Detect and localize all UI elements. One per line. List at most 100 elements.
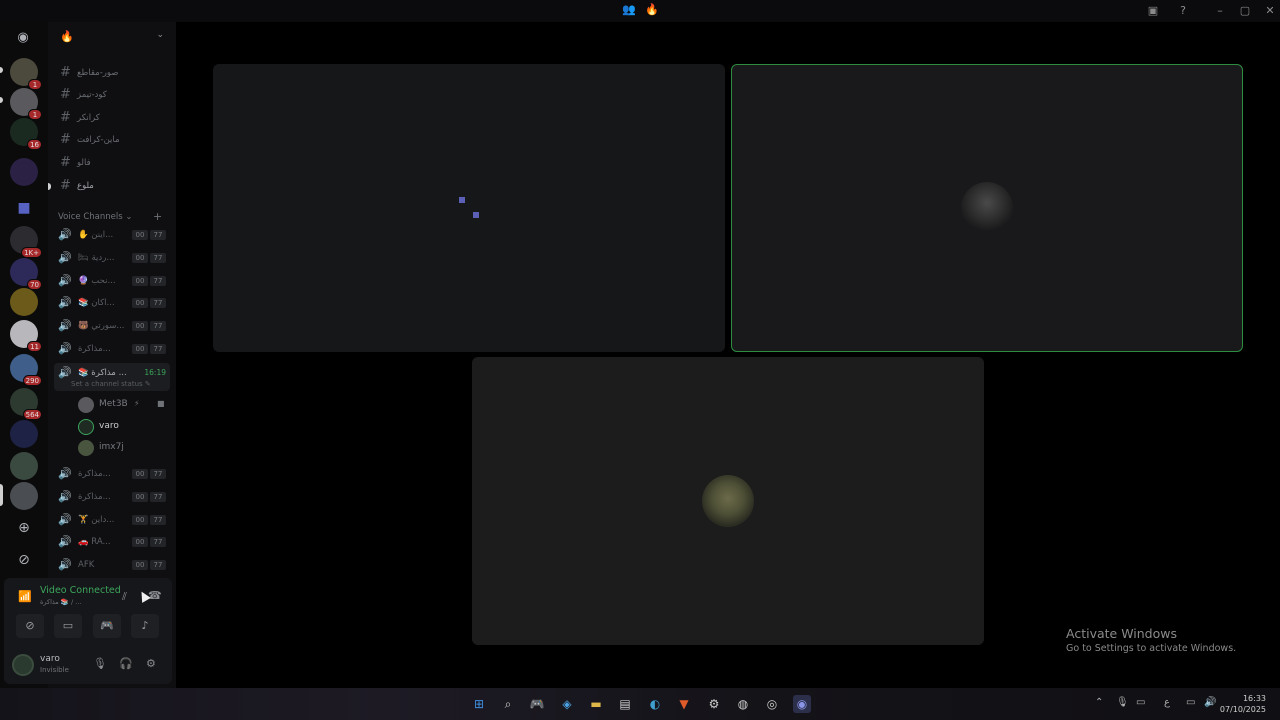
soundboard-button[interactable]: ♪ <box>131 614 159 638</box>
server-icon[interactable]: 1K+ <box>10 226 42 258</box>
display-icon[interactable]: ▭ <box>1136 697 1145 708</box>
noise-suppression-icon[interactable]: ⫽ <box>122 590 127 604</box>
voice-channel[interactable]: 🔊 📚 اكان... 00 77 <box>54 293 170 313</box>
voice-channel[interactable]: 🔊 🔮 نحب... 00 77 <box>54 271 170 291</box>
gamepad-icon[interactable]: 🎮 <box>528 695 546 713</box>
screen-share-icon[interactable]: ▣ <box>1140 2 1166 20</box>
selected-pill <box>0 484 3 506</box>
voice-category[interactable]: Voice Channels ⌄ <box>58 212 132 222</box>
text-channel[interactable]: # صور-مقاطع <box>56 63 168 83</box>
clock[interactable]: 16:33 07/10/2025 <box>1220 693 1266 715</box>
text-channel[interactable]: # ماين-كرافت <box>56 130 168 150</box>
notification-badge: 1K+ <box>21 247 42 258</box>
microphone-icon[interactable]: 🎙 <box>93 657 107 670</box>
user-limit: 77 <box>150 344 166 354</box>
voice-channel[interactable]: 🔊 🏋 داين... 00 77 <box>54 510 170 530</box>
maximize-icon[interactable]: ▢ <box>1232 2 1258 20</box>
active-voice-channel[interactable]: 🔊 📚 مذاكرة ... 16:19 Set a channel statu… <box>54 363 170 391</box>
voice-channel[interactable]: 🔊 🐻 سورتي... 00 77 <box>54 316 170 336</box>
participant-tile-speaking[interactable] <box>731 64 1243 352</box>
microphone-icon[interactable]: 🎙 <box>1116 697 1129 708</box>
server-icon[interactable] <box>10 452 38 480</box>
store-icon[interactable]: ▤ <box>616 695 634 713</box>
copilot-icon[interactable]: ◈ <box>558 695 576 713</box>
server-icon[interactable]: 70 <box>10 258 42 290</box>
hash-icon: # <box>60 132 71 147</box>
steam-icon[interactable]: ◍ <box>734 695 752 713</box>
channel-label: ماين-كرافت <box>77 135 120 145</box>
add-channel-icon[interactable]: + <box>153 210 162 223</box>
voice-member[interactable]: Met3B ⚡ ■ <box>78 395 168 415</box>
voice-channel[interactable]: 🔊 AFK 00 77 <box>54 555 170 575</box>
voice-channel[interactable]: 🔊 مذاكرة... 00 77 <box>54 464 170 484</box>
help-icon[interactable]: ? <box>1170 2 1196 20</box>
voice-channel[interactable]: 🔊 مذاكرة... 00 77 <box>54 339 170 359</box>
unread-pill <box>48 183 51 190</box>
video-tile-loading[interactable] <box>213 64 725 352</box>
connected-channel[interactable]: مذاكرة 📚 / ... <box>40 598 81 606</box>
headphones-icon[interactable]: 🎧 <box>119 657 133 670</box>
voice-channel[interactable]: 🔊 ✋ اينن... 00 77 <box>54 225 170 245</box>
participant-tile[interactable] <box>472 357 984 645</box>
minimize-icon[interactable]: – <box>1207 2 1233 20</box>
voice-member[interactable]: imx7j <box>78 438 168 458</box>
camera-off-button[interactable]: ⊘ <box>16 614 44 638</box>
activities-button[interactable]: 🎮 <box>93 614 121 638</box>
server-icon[interactable]: 1 <box>10 58 42 90</box>
settings-icon[interactable]: ⚙ <box>705 695 723 713</box>
search-icon[interactable]: ⌕ <box>499 695 517 713</box>
channel-label: 🏋 داين... <box>78 515 115 525</box>
folder-icon[interactable]: ▬ <box>587 695 605 713</box>
speaker-icon: 🔊 <box>58 366 72 379</box>
channel-label: 📚 مذاكرة ... <box>78 368 127 378</box>
folder-icon[interactable]: ■ <box>14 198 34 218</box>
edge-icon[interactable]: ◐ <box>646 695 664 713</box>
title-bar: 👥 🔥 ▣ ? – ▢ ✕ <box>0 0 1280 22</box>
user-count: 00 <box>132 560 148 570</box>
discord-home-icon[interactable]: ◉ <box>13 28 33 48</box>
chevron-up-icon[interactable]: ⌃ <box>1095 697 1103 708</box>
user-bar: varo Invisible 🎙 🎧 ⚙ <box>4 646 172 684</box>
text-channel[interactable]: # كود-تيمز <box>56 85 168 105</box>
server-icon[interactable]: 290 <box>10 354 42 386</box>
user-count: 00 <box>132 298 148 308</box>
discord-icon[interactable]: ◉ <box>793 695 811 713</box>
server-icon[interactable] <box>10 288 38 316</box>
close-icon[interactable]: ✕ <box>1257 2 1280 20</box>
server-icon[interactable] <box>10 158 38 186</box>
channel-label: ✋ اينن... <box>78 230 114 240</box>
channel-status-link[interactable]: Set a channel status ✎ <box>71 380 151 388</box>
add-server-icon[interactable]: ⊕ <box>14 518 34 538</box>
server-icon[interactable]: 1 <box>10 88 42 120</box>
voice-channel[interactable]: 🔊 🚗 RA... 00 77 <box>54 532 170 552</box>
voice-channel[interactable]: 🔊 مذاكرة... 00 77 <box>54 487 170 507</box>
start-icon[interactable]: ⊞ <box>470 695 488 713</box>
server-icon[interactable]: 564 <box>10 388 42 420</box>
speaker-icon: 🔊 <box>58 342 72 355</box>
hash-icon: # <box>60 155 71 170</box>
settings-gear-icon[interactable]: ⚙ <box>146 657 156 670</box>
signal-icon[interactable]: 📶 <box>18 590 32 603</box>
text-channel[interactable]: # فالو <box>56 153 168 173</box>
username: varo <box>40 654 60 664</box>
avatar[interactable] <box>12 654 34 676</box>
server-icon[interactable] <box>10 482 38 510</box>
explore-icon[interactable]: ⊘ <box>14 550 34 570</box>
language-indicator[interactable]: ع <box>1164 697 1170 708</box>
network-icon[interactable]: ▭ <box>1186 697 1195 708</box>
volume-icon[interactable]: 🔊 <box>1204 697 1216 708</box>
user-limit: 77 <box>150 469 166 479</box>
voice-member[interactable]: varo <box>78 417 168 437</box>
server-header[interactable]: 🔥 ⌄ <box>48 22 176 52</box>
brave-icon[interactable]: ▼ <box>675 695 693 713</box>
server-icon[interactable]: 11 <box>10 320 42 352</box>
server-icon[interactable]: 16 <box>10 118 42 150</box>
screen-share-button[interactable]: ▭ <box>54 614 82 638</box>
clock-date: 07/10/2025 <box>1219 705 1266 714</box>
text-channel[interactable]: # كرانكر <box>56 108 168 128</box>
server-icon[interactable] <box>10 420 38 448</box>
speaker-icon: 🔊 <box>58 490 72 503</box>
app-icon[interactable]: ◎ <box>763 695 781 713</box>
text-channel[interactable]: # ملوع <box>56 176 168 196</box>
voice-channel[interactable]: 🔊 🛏 ردية... 00 77 <box>54 248 170 268</box>
